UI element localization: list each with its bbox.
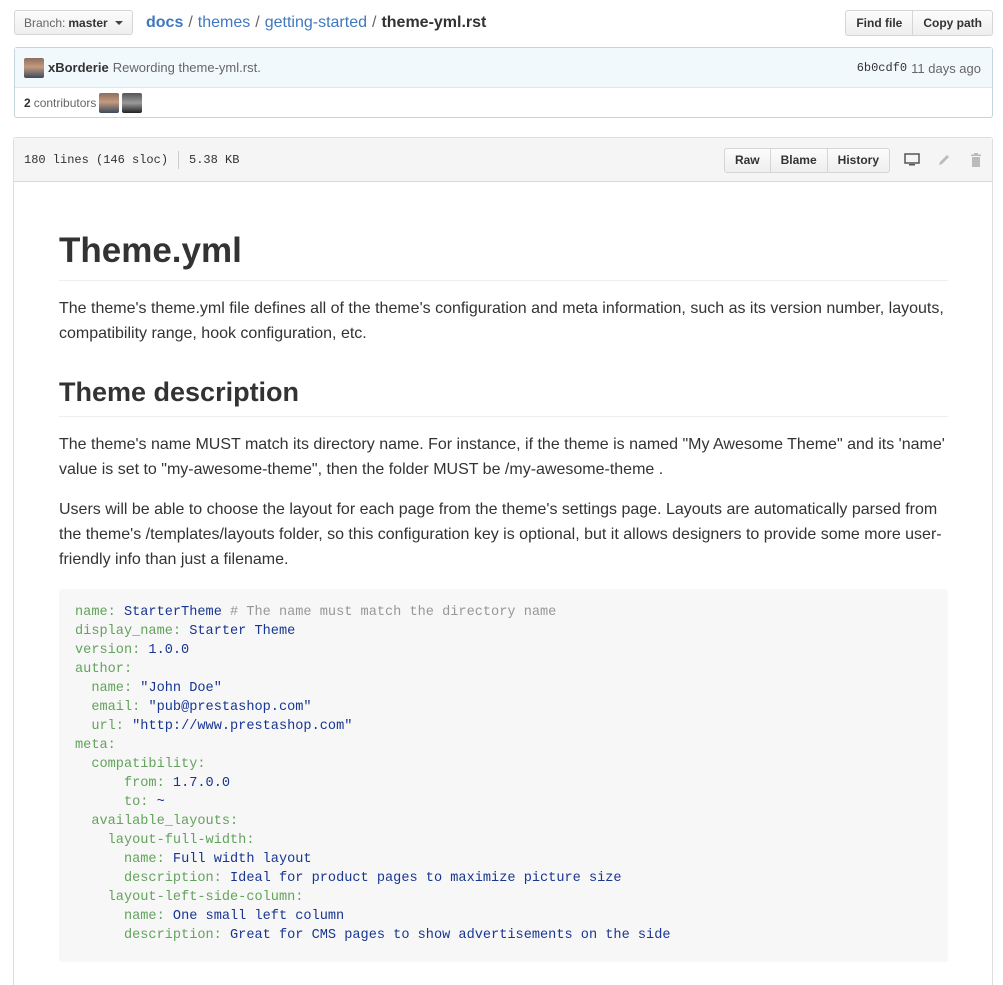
code-line: display_name: Starter Theme <box>75 622 932 641</box>
contributors-label[interactable]: contributors <box>34 96 97 110</box>
code-key: display_name: <box>75 624 182 640</box>
caret-down-icon <box>114 20 123 25</box>
file-lines: 180 lines (146 sloc) <box>24 152 169 167</box>
code-value: Ideal for product pages to maximize pict… <box>221 871 622 887</box>
code-line: compatibility: <box>75 755 932 774</box>
current-file-name: theme-yml.rst <box>381 13 487 31</box>
breadcrumb-themes[interactable]: themes <box>198 14 250 32</box>
code-value: "pub@prestashop.com" <box>140 700 312 716</box>
code-line: description: Ideal for product pages to … <box>75 869 932 888</box>
avatar[interactable] <box>122 93 143 113</box>
contributors-count[interactable]: 2 <box>24 96 31 110</box>
breadcrumb-getting-started[interactable]: getting-started <box>265 14 367 32</box>
code-key: available_layouts: <box>91 814 239 830</box>
commit-tease: xBorderie Rewording theme-yml.rst. 6b0cd… <box>14 47 993 118</box>
code-line: name: "John Doe" <box>75 679 932 698</box>
code-key: author: <box>75 662 133 678</box>
code-key: url: <box>91 719 124 735</box>
code-line: name: Full width layout <box>75 850 932 869</box>
code-block: name: StarterTheme # The name must match… <box>59 589 948 963</box>
divider <box>178 150 180 169</box>
code-key: layout-full-width: <box>107 833 255 849</box>
code-line: author: <box>75 660 932 679</box>
commit-sha[interactable]: 6b0cdf0 <box>857 61 907 75</box>
avatar[interactable] <box>24 57 44 78</box>
trash-icon[interactable] <box>960 138 992 182</box>
code-key: description: <box>123 928 222 944</box>
paragraph: Users will be able to choose the layout … <box>59 501 942 569</box>
code-value: One small left column <box>164 909 345 925</box>
history-button[interactable]: History <box>827 147 890 173</box>
code-key: to: <box>123 795 149 811</box>
code-line: email: "pub@prestashop.com" <box>75 698 932 717</box>
commit-time: 11 days ago <box>911 60 981 76</box>
branch-value: master <box>68 15 108 30</box>
code-value: StarterTheme <box>115 605 222 621</box>
code-key: email: <box>91 700 141 716</box>
file-header: 180 lines (146 sloc) 5.38 KB Raw Blame H… <box>14 138 992 182</box>
code-value: Starter Theme <box>181 624 296 640</box>
code-key: description: <box>123 871 222 887</box>
code-line: from: 1.7.0.0 <box>75 774 932 793</box>
code-line: description: Great for CMS pages to show… <box>75 926 932 945</box>
code-line: name: StarterTheme # The name must match… <box>75 603 932 622</box>
branch-label: Branch: <box>24 15 66 30</box>
code-key: meta: <box>75 738 116 754</box>
code-line: url: "http://www.prestashop.com" <box>75 717 932 736</box>
commit-summary: xBorderie Rewording theme-yml.rst. 6b0cd… <box>15 48 992 88</box>
file-navigation: Branch: master docs / themes / getting-s… <box>14 10 993 36</box>
code-key: from: <box>123 776 165 792</box>
branch-selector[interactable]: Branch: master <box>14 10 133 35</box>
code-key: version: <box>75 643 141 659</box>
file-nav-buttons: Find file Copy path <box>845 10 993 36</box>
code-line: layout-full-width: <box>75 831 932 850</box>
avatar[interactable] <box>99 93 120 113</box>
commit-meta: 6b0cdf0 11 days ago <box>857 48 981 88</box>
code-value: 1.7.0.0 <box>164 776 231 792</box>
code-key: compatibility: <box>91 757 206 773</box>
code-key: name: <box>75 605 116 621</box>
code-comment: # The name must match the directory name <box>221 605 557 621</box>
find-file-button[interactable]: Find file <box>845 10 914 36</box>
code-value: "http://www.prestashop.com" <box>123 719 353 735</box>
breadcrumb-docs[interactable]: docs <box>146 14 183 32</box>
blame-button[interactable]: Blame <box>770 147 828 173</box>
commit-message[interactable]: Rewording theme-yml.rst. <box>113 60 261 75</box>
code-value: "John Doe" <box>132 681 222 697</box>
readme-content: Theme.yml The theme's theme.yml file def… <box>59 182 948 963</box>
desktop-icon[interactable] <box>896 138 928 182</box>
page-title: Theme.yml <box>59 230 948 281</box>
raw-button[interactable]: Raw <box>723 147 771 173</box>
file-info: 180 lines (146 sloc) 5.38 KB <box>24 150 240 169</box>
code-value: Full width layout <box>164 852 312 868</box>
pencil-icon[interactable] <box>928 138 960 182</box>
file-viewer: 180 lines (146 sloc) 5.38 KB Raw Blame H… <box>13 137 993 985</box>
copy-path-button[interactable]: Copy path <box>913 10 993 36</box>
breadcrumb-separator: / <box>255 13 260 31</box>
code-value: 1.0.0 <box>140 643 190 659</box>
contributors: 2 contributors <box>15 88 992 118</box>
code-line: to: ~ <box>75 793 932 812</box>
breadcrumb-separator: / <box>372 13 377 31</box>
code-key: layout-left-side-column: <box>107 890 304 906</box>
paragraph: The theme's name MUST match its director… <box>59 436 945 479</box>
code-key: name: <box>123 852 165 868</box>
code-value: ~ <box>148 795 165 811</box>
code-line: available_layouts: <box>75 812 932 831</box>
breadcrumb: docs / themes / getting-started / theme-… <box>146 10 486 35</box>
code-line: version: 1.0.0 <box>75 641 932 660</box>
code-key: name: <box>91 681 133 697</box>
code-line: layout-left-side-column: <box>75 888 932 907</box>
commit-author[interactable]: xBorderie <box>48 60 109 75</box>
file-size: 5.38 KB <box>189 152 240 167</box>
file-actions: Raw Blame History <box>723 138 992 182</box>
breadcrumb-separator: / <box>188 13 193 31</box>
code-value: Great for CMS pages to show advertisemen… <box>221 928 671 944</box>
code-key: name: <box>123 909 165 925</box>
code-line: meta: <box>75 736 932 755</box>
file-action-buttons: Raw Blame History <box>723 147 890 173</box>
code-line: name: One small left column <box>75 907 932 926</box>
paragraph: The theme's theme.yml file defines all o… <box>59 300 944 342</box>
section-heading: Theme description <box>59 376 948 418</box>
